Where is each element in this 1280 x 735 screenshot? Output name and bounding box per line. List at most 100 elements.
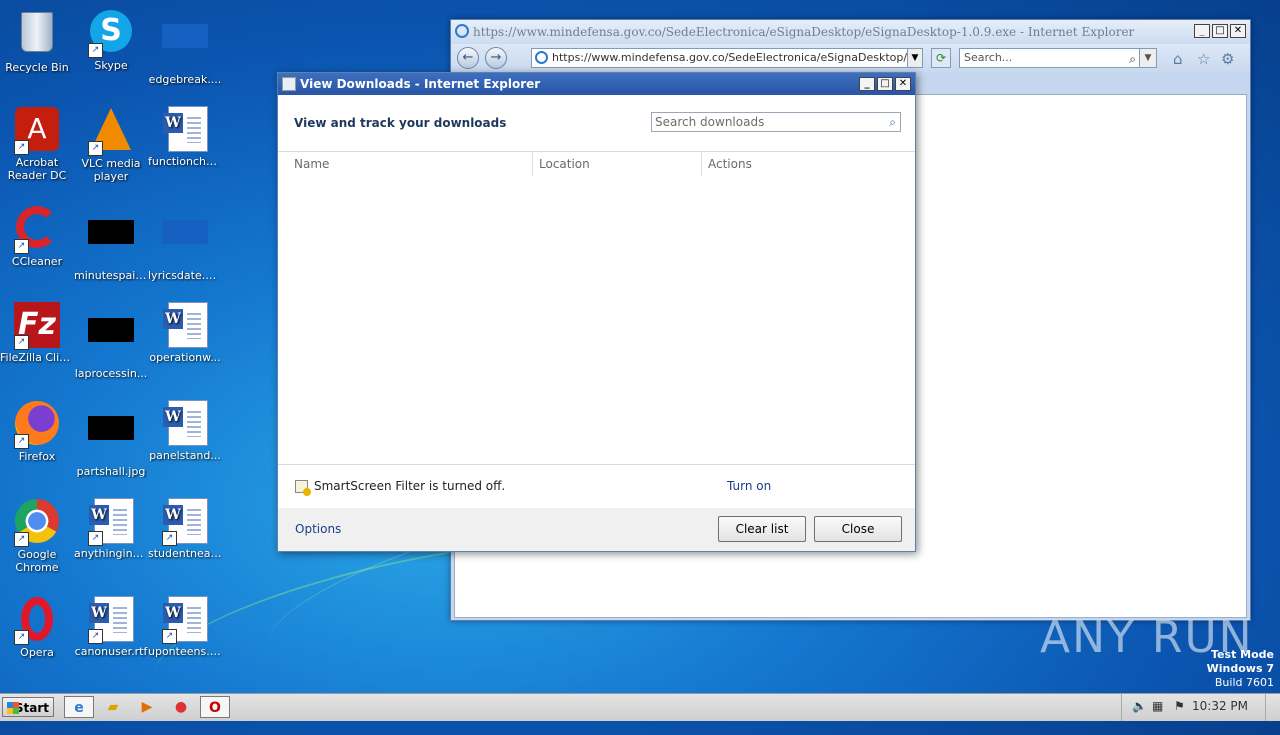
opera-icon: ↗ bbox=[14, 597, 60, 645]
desktop-icon[interactable]: ↗ Google Chrome bbox=[0, 498, 74, 574]
address-dropdown-button[interactable]: ▼ bbox=[907, 48, 923, 68]
shortcut-arrow-icon: ↗ bbox=[14, 140, 29, 155]
close-dialog-button[interactable]: Close bbox=[814, 516, 902, 542]
word-doc-icon: W bbox=[162, 400, 208, 446]
word-doc-icon: W ↗ bbox=[88, 498, 134, 546]
word-doc-icon: W bbox=[162, 302, 208, 348]
back-button[interactable]: ← bbox=[457, 47, 479, 69]
desktop-icon[interactable]: W ↗ studentnear... bbox=[148, 498, 222, 560]
word-doc-icon: W ↗ bbox=[162, 596, 208, 644]
desktop-icon[interactable]: minutespain... bbox=[74, 204, 148, 282]
start-label: Start bbox=[14, 701, 49, 715]
taskbar-chrome-icon[interactable]: ● bbox=[166, 696, 196, 718]
refresh-button[interactable]: ⟳ bbox=[931, 48, 951, 68]
image-file-icon bbox=[88, 416, 134, 462]
address-text: https://www.mindefensa.gov.co/SedeElectr… bbox=[552, 51, 923, 64]
show-desktop-button[interactable] bbox=[1265, 694, 1280, 721]
network-icon[interactable]: ▦ bbox=[1152, 699, 1163, 713]
shortcut-arrow-icon: ↗ bbox=[88, 141, 103, 156]
shortcut-arrow-icon: ↗ bbox=[88, 531, 103, 546]
close-button[interactable]: ✕ bbox=[1230, 24, 1246, 38]
recycle-bin-icon bbox=[14, 12, 60, 58]
ie-page-icon bbox=[535, 51, 548, 64]
shortcut-arrow-icon: ↗ bbox=[162, 629, 177, 644]
word-doc-icon: W bbox=[162, 106, 208, 152]
ccleaner-icon: ↗ bbox=[14, 206, 60, 254]
desktop-icon-label: Google Chrome bbox=[15, 548, 59, 574]
view-downloads-dialog[interactable]: View Downloads - Internet Explorer _ □ ✕… bbox=[277, 72, 916, 552]
desktop-icon[interactable]: W ↗ anythingincl... bbox=[74, 498, 148, 560]
desktop-icon[interactable]: ↗ VLC media player bbox=[74, 106, 148, 183]
dialog-title-bar[interactable]: View Downloads - Internet Explorer _ □ ✕ bbox=[278, 73, 915, 95]
minimize-button[interactable]: _ bbox=[1194, 24, 1210, 38]
search-downloads-placeholder: Search downloads bbox=[655, 115, 765, 129]
taskbar-opera-icon[interactable]: O bbox=[200, 696, 230, 718]
turn-on-link[interactable]: Turn on bbox=[727, 479, 771, 493]
desktop-icon-label: VLC media player bbox=[81, 157, 141, 183]
ie-logo-icon bbox=[455, 24, 469, 38]
desktop-icon-label: anythingincl... bbox=[74, 547, 148, 560]
action-center-flag-icon[interactable]: ⚑ bbox=[1174, 699, 1185, 713]
search-dropdown-icon[interactable]: ▼ bbox=[1139, 49, 1156, 67]
clear-list-button[interactable]: Clear list bbox=[718, 516, 806, 542]
desktop-icon[interactable]: A ↗ Acrobat Reader DC bbox=[0, 106, 74, 182]
filezilla-icon: Fz ↗ bbox=[14, 302, 60, 350]
start-button[interactable]: Start bbox=[2, 697, 54, 717]
maximize-button[interactable]: □ bbox=[1212, 24, 1228, 38]
taskbar-ie-icon[interactable]: e bbox=[64, 696, 94, 718]
desktop-icon-label: studentnear... bbox=[148, 547, 222, 560]
desktop-icon[interactable]: S ↗ Skype bbox=[74, 8, 148, 72]
system-tray: 🔈 ▦ ⚑ 10:32 PM bbox=[1121, 694, 1280, 721]
desktop-icon[interactable]: partshall.jpg bbox=[74, 400, 148, 478]
desktop-icon[interactable]: edgebreak.... bbox=[148, 8, 222, 86]
dialog-footer: Options Clear list Close bbox=[278, 508, 915, 551]
speaker-icon[interactable]: 🔈 bbox=[1132, 699, 1147, 713]
search-input[interactable]: Search... ⌕ ▼ bbox=[959, 48, 1157, 68]
image-file-icon bbox=[88, 318, 134, 364]
dialog-header: View and track your downloads Search dow… bbox=[278, 95, 915, 152]
maximize-button[interactable]: □ bbox=[877, 77, 893, 91]
desktop-icon[interactable]: W ↗ canonuser.rtf bbox=[74, 596, 148, 658]
search-placeholder: Search... bbox=[964, 51, 1013, 64]
desktop-icon-label: Skype bbox=[94, 59, 128, 72]
desktop-icon[interactable]: W ↗ uponteens.rtf bbox=[148, 596, 222, 658]
shortcut-arrow-icon: ↗ bbox=[14, 630, 29, 645]
ie-title-bar[interactable]: https://www.mindefensa.gov.co/SedeElectr… bbox=[451, 20, 1250, 44]
test-mode-line2: Windows 7 bbox=[1206, 662, 1274, 675]
favorites-star-icon[interactable]: ☆ bbox=[1197, 50, 1210, 68]
gear-icon[interactable]: ⚙ bbox=[1221, 50, 1234, 68]
desktop-icon[interactable]: lyricsdate.png bbox=[148, 204, 222, 282]
desktop-icon-label: Acrobat Reader DC bbox=[7, 156, 67, 182]
search-icon[interactable]: ⌕ bbox=[889, 113, 896, 131]
desktop-icon[interactable]: ↗ Opera bbox=[0, 596, 74, 659]
close-button[interactable]: ✕ bbox=[895, 77, 911, 91]
column-header-actions[interactable]: Actions bbox=[701, 152, 908, 176]
desktop-icon[interactable]: ↗ Firefox bbox=[0, 400, 74, 463]
desktop-icon[interactable]: Wpanelstand... bbox=[148, 400, 222, 462]
word-doc-icon: W ↗ bbox=[88, 596, 134, 644]
desktop-icon[interactable]: ↗ CCleaner bbox=[0, 204, 74, 268]
desktop-icon[interactable]: Wfunctioncha... bbox=[148, 106, 222, 168]
address-bar[interactable]: https://www.mindefensa.gov.co/SedeElectr… bbox=[531, 48, 923, 68]
smartscreen-status: SmartScreen Filter is turned off. bbox=[314, 479, 506, 493]
column-header-name[interactable]: Name bbox=[288, 152, 534, 176]
search-icon[interactable]: ⌕ bbox=[1129, 50, 1136, 68]
image-file-icon bbox=[88, 220, 134, 266]
search-downloads-input[interactable]: Search downloads ⌕ bbox=[651, 112, 901, 132]
desktop-icon[interactable]: laprocessin... bbox=[74, 302, 148, 380]
desktop-icon-label: lyricsdate.png bbox=[148, 269, 222, 282]
options-link[interactable]: Options bbox=[295, 522, 341, 536]
test-mode-line1: Test Mode bbox=[1211, 648, 1274, 661]
column-header-location[interactable]: Location bbox=[532, 152, 701, 176]
taskbar-explorer-icon[interactable]: ▰ bbox=[98, 696, 128, 718]
desktop-icon[interactable]: Woperationw... bbox=[148, 302, 222, 364]
desktop-icon[interactable]: Fz ↗ FileZilla Client bbox=[0, 302, 74, 364]
chrome-icon: ↗ bbox=[14, 499, 60, 547]
minimize-button[interactable]: _ bbox=[859, 77, 875, 91]
smartscreen-bar: SmartScreen Filter is turned off. Turn o… bbox=[278, 464, 915, 509]
desktop-icon[interactable]: Recycle Bin bbox=[0, 8, 74, 74]
home-icon[interactable]: ⌂ bbox=[1173, 50, 1183, 68]
forward-button[interactable]: → bbox=[485, 47, 507, 69]
clock[interactable]: 10:32 PM bbox=[1192, 699, 1248, 713]
taskbar-media-player-icon[interactable]: ▶ bbox=[132, 696, 162, 718]
